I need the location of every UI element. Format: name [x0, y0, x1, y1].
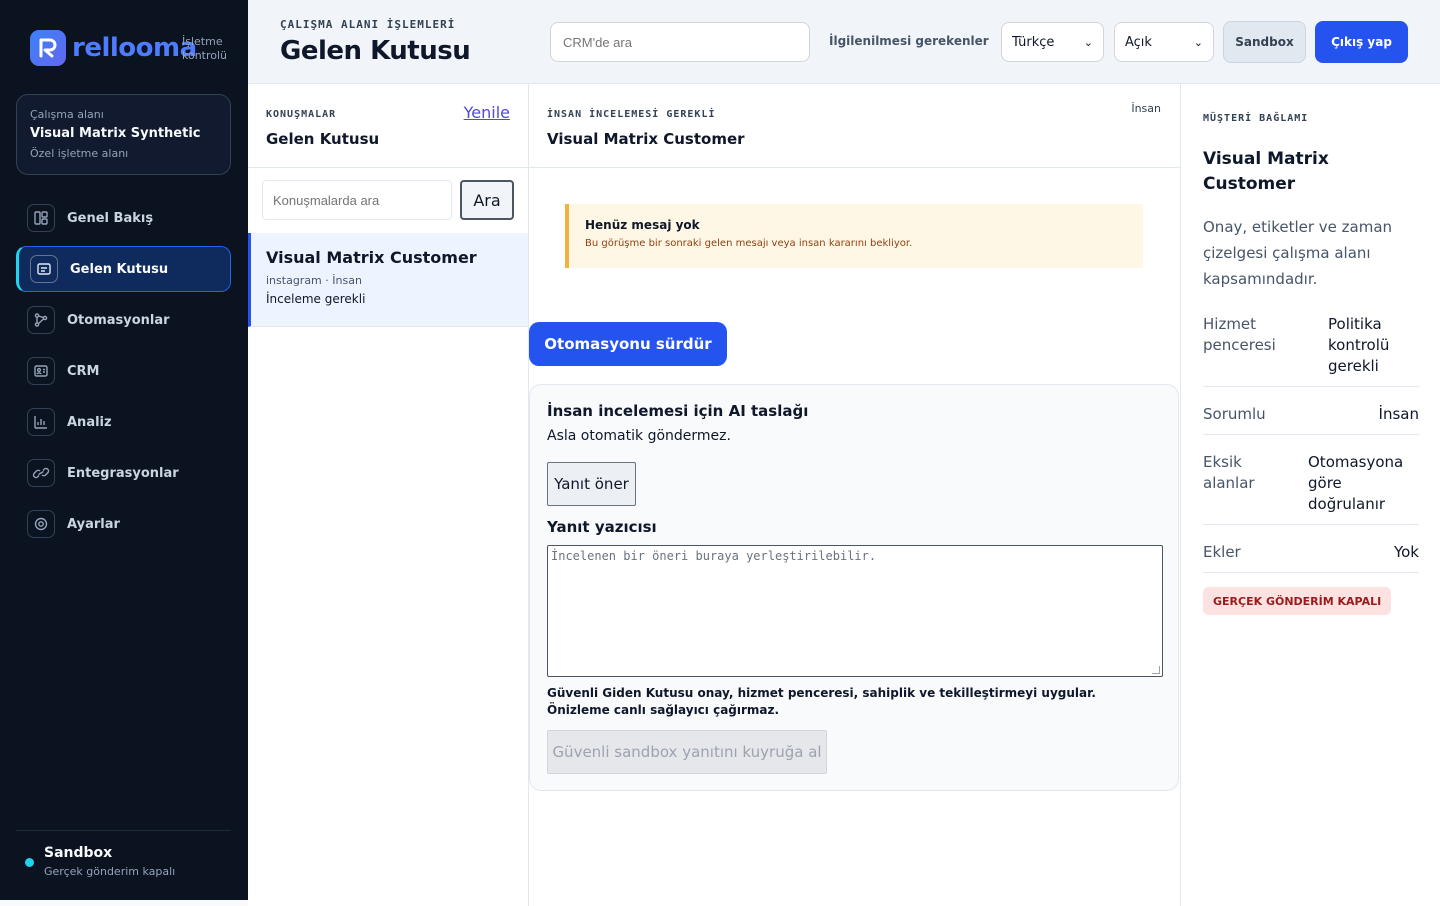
queue-sandbox-reply-button[interactable]: Güvenli sandbox yanıtını kuyruğa al [547, 730, 827, 774]
suggest-reply-button[interactable]: Yanıt öner [547, 462, 636, 506]
workspace-card[interactable]: Çalışma alanı Visual Matrix Synthetic Öz… [16, 94, 231, 175]
thread-header: İNSAN İNCELEMESİ GEREKLİ Visual Matrix C… [529, 84, 1180, 168]
sidebar-item-integrations[interactable]: Entegrasyonlar [16, 450, 231, 496]
ai-draft-card: İnsan incelemesi için AI taslağı Asla ot… [529, 384, 1179, 791]
context-field: Hizmet penceresi Politika kontrolü gerek… [1203, 314, 1419, 387]
sidebar-item-label: Ayarlar [67, 516, 120, 532]
field-key: Ekler [1203, 543, 1241, 561]
sidebar-item-label: Gelen Kutusu [70, 261, 169, 277]
contact-card-icon [27, 357, 55, 385]
theme-select-value: Açık [1125, 34, 1152, 50]
sidebar-item-analytics[interactable]: Analiz [16, 399, 231, 445]
status-dot-icon [25, 858, 34, 867]
status-badge: GERÇEK GÖNDERİM KAPALI [1203, 587, 1392, 615]
brand-logo[interactable]: rellooma [30, 30, 197, 66]
page-eyebrow: ÇALIŞMA ALANI İŞLEMLERİ [280, 18, 456, 31]
sidebar-item-label: Genel Bakış [67, 210, 154, 226]
attention-link[interactable]: İlgilenilmesi gerekenler [829, 34, 989, 48]
brand-name: rellooma [72, 33, 197, 63]
handler-tag: İnsan [1131, 102, 1161, 115]
context-field: Sorumlu İnsan [1203, 404, 1419, 435]
search-button[interactable]: Ara [460, 180, 514, 220]
resume-automation-button[interactable]: Otomasyonu sürdür [529, 322, 727, 366]
sidebar: rellooma İşletme kontrolü Çalışma alanı … [0, 0, 248, 900]
notice-title: Henüz mesaj yok [585, 218, 700, 232]
sidebar-item-inbox[interactable]: Gelen Kutusu [16, 246, 231, 292]
chevron-down-icon: ⌄ [1083, 35, 1093, 49]
environment-subtitle: Gerçek gönderim kapalı [44, 865, 176, 878]
context-field: Eksik alanlar Otomasyona göre doğrulanır [1203, 452, 1419, 525]
thread-title: Visual Matrix Customer [547, 130, 745, 148]
gear-icon [27, 510, 55, 538]
workspace-label: Çalışma alanı [30, 108, 104, 121]
conversation-list-item[interactable]: Visual Matrix Customer instagram · İnsan… [248, 233, 528, 327]
sidebar-item-crm[interactable]: CRM [16, 348, 231, 394]
sidebar-item-automations[interactable]: Otomasyonlar [16, 297, 231, 343]
resize-handle-icon[interactable] [1152, 666, 1160, 674]
draft-subtitle: Asla otomatik göndermez. [547, 428, 731, 444]
environment-title: Sandbox [44, 845, 113, 861]
customer-context-panel: MÜŞTERİ BAĞLAMI Visual Matrix Customer O… [1180, 84, 1440, 906]
conversations-panel: KONUŞMALAR Gelen Kutusu Yenile Ara Visua… [248, 84, 529, 906]
sidebar-nav: Genel Bakış Gelen Kutusu Otomasyonlar CR… [16, 195, 231, 552]
draft-title: İnsan incelemesi için AI taslağı [547, 402, 809, 420]
workspace-type: Özel işletme alanı [30, 147, 129, 160]
inbox-icon [30, 255, 58, 283]
conversation-meta: instagram · İnsan [266, 274, 362, 287]
sidebar-item-label: CRM [67, 363, 100, 379]
field-key: Eksik alanlar [1203, 453, 1255, 492]
top-bar: ÇALIŞMA ALANI İŞLEMLERİ Gelen Kutusu İlg… [248, 0, 1440, 84]
page-title: Gelen Kutusu [280, 36, 471, 66]
sandbox-button[interactable]: Sandbox [1223, 21, 1306, 63]
bar-chart-icon [27, 408, 55, 436]
thread-panel: İNSAN İNCELEMESİ GEREKLİ Visual Matrix C… [529, 84, 1180, 906]
logout-button[interactable]: Çıkış yap [1315, 21, 1408, 63]
crm-search-input[interactable] [550, 22, 810, 62]
outbox-guard-note: Güvenli Giden Kutusu onay, hizmet pencer… [547, 686, 1096, 717]
notice-text: Bu görüşme bir sonraki gelen mesajı veya… [585, 238, 913, 249]
theme-select[interactable]: Açık ⌄ [1114, 22, 1214, 62]
chevron-down-icon: ⌄ [1193, 35, 1203, 49]
thread-eyebrow: İNSAN İNCELEMESİ GEREKLİ [547, 109, 716, 120]
brand-subtitle: İşletme kontrolü [182, 35, 228, 62]
field-key: Hizmet penceresi [1203, 315, 1276, 354]
field-value: İnsan [1378, 405, 1419, 423]
context-description: Onay, etiketler ve zaman çizelgesi çalış… [1203, 218, 1393, 288]
language-select[interactable]: Türkçe ⌄ [1001, 22, 1104, 62]
environment-status: Sandbox Gerçek gönderim kapalı [16, 830, 231, 878]
conversation-status: İnceleme gerekli [266, 292, 366, 306]
context-eyebrow: MÜŞTERİ BAĞLAMI [1203, 113, 1309, 124]
language-select-value: Türkçe [1012, 34, 1055, 50]
link-icon [27, 459, 55, 487]
conversations-eyebrow: KONUŞMALAR [266, 109, 337, 120]
workflow-icon [27, 306, 55, 334]
composer-placeholder: İncelenen bir öneri buraya yerleştirileb… [551, 549, 877, 563]
reply-composer-textarea[interactable]: İncelenen bir öneri buraya yerleştirileb… [547, 545, 1163, 677]
refresh-link[interactable]: Yenile [464, 103, 510, 122]
context-field: Ekler Yok [1203, 542, 1419, 573]
brand-mark-icon [30, 30, 66, 66]
workspace-name: Visual Matrix Synthetic [30, 126, 201, 141]
customer-name: Visual Matrix Customer [1203, 149, 1329, 194]
field-value: Politika kontrolü gerekli [1328, 315, 1390, 375]
field-key: Sorumlu [1203, 405, 1266, 423]
empty-thread-notice: Henüz mesaj yok Bu görüşme bir sonraki g… [565, 204, 1143, 268]
conversations-title: Gelen Kutusu [266, 130, 380, 148]
field-value: Yok [1393, 543, 1419, 561]
sidebar-item-overview[interactable]: Genel Bakış [16, 195, 231, 241]
sidebar-item-settings[interactable]: Ayarlar [16, 501, 231, 547]
conversations-header: KONUŞMALAR Gelen Kutusu Yenile [248, 84, 528, 168]
grid-icon [27, 204, 55, 232]
conversation-name: Visual Matrix Customer [266, 248, 477, 267]
sidebar-item-label: Otomasyonlar [67, 312, 170, 328]
sidebar-item-label: Analiz [67, 414, 112, 430]
conversation-search-input[interactable] [262, 180, 452, 220]
field-value: Otomasyona göre doğrulanır [1308, 453, 1404, 513]
sidebar-item-label: Entegrasyonlar [67, 465, 179, 481]
composer-label: Yanıt yazıcısı [547, 518, 657, 536]
